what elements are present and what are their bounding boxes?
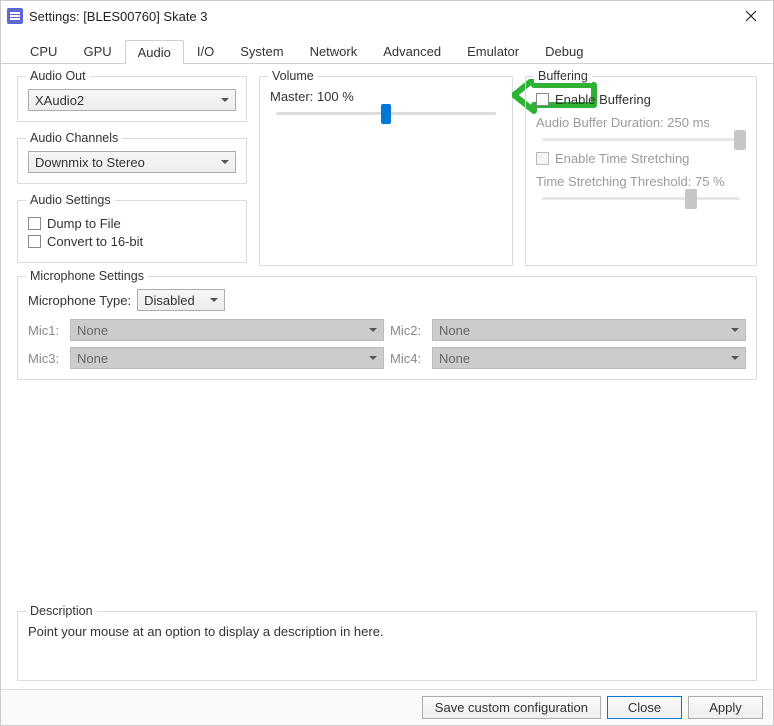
volume-group: Volume Master: 100 %	[259, 76, 513, 266]
description-legend: Description	[26, 604, 97, 618]
master-volume-label: Master: 100 %	[270, 89, 502, 104]
close-window-button[interactable]	[729, 1, 773, 31]
settings-window: Settings: [BLES00760] Skate 3 CPU GPU Au…	[0, 0, 774, 726]
mic3-label: Mic3:	[28, 351, 64, 366]
window-title: Settings: [BLES00760] Skate 3	[29, 9, 729, 24]
mic4-value: None	[439, 351, 470, 366]
audio-out-value: XAudio2	[35, 93, 84, 108]
convert-16bit-checkbox[interactable]	[28, 235, 41, 248]
audio-settings-legend: Audio Settings	[26, 193, 115, 207]
master-volume-thumb[interactable]	[381, 104, 391, 124]
microphone-type-value: Disabled	[144, 293, 195, 308]
app-icon	[7, 8, 23, 24]
mic3-select: None	[70, 347, 384, 369]
microphone-type-select[interactable]: Disabled	[137, 289, 225, 311]
titlebar: Settings: [BLES00760] Skate 3	[1, 1, 773, 31]
audio-out-select[interactable]: XAudio2	[28, 89, 236, 111]
audio-out-group: Audio Out XAudio2	[17, 76, 247, 122]
tab-debug[interactable]: Debug	[532, 39, 596, 63]
tab-advanced[interactable]: Advanced	[370, 39, 454, 63]
stretch-threshold-label: Time Stretching Threshold: 75 %	[536, 174, 746, 189]
dump-to-file-checkbox[interactable]	[28, 217, 41, 230]
stretch-threshold-thumb	[685, 189, 697, 209]
buffer-duration-label: Audio Buffer Duration: 250 ms	[536, 115, 746, 130]
mic2-value: None	[439, 323, 470, 338]
dump-to-file-row[interactable]: Dump to File	[28, 216, 236, 231]
mic4-select: None	[432, 347, 746, 369]
audio-channels-value: Downmix to Stereo	[35, 155, 145, 170]
microphone-group: Microphone Settings Microphone Type: Dis…	[17, 276, 757, 380]
buffering-group: Buffering Enable Buffering Audio Buffer …	[525, 76, 757, 266]
description-group: Description Point your mouse at an optio…	[17, 611, 757, 681]
description-text: Point your mouse at an option to display…	[28, 624, 746, 639]
microphone-legend: Microphone Settings	[26, 269, 148, 283]
buffer-duration-thumb	[734, 130, 746, 150]
tab-gpu[interactable]: GPU	[70, 39, 124, 63]
buffer-duration-slider	[536, 138, 746, 141]
dump-to-file-label: Dump to File	[47, 216, 121, 231]
tab-system[interactable]: System	[227, 39, 296, 63]
tab-io[interactable]: I/O	[184, 39, 227, 63]
audio-channels-group: Audio Channels Downmix to Stereo	[17, 138, 247, 184]
volume-legend: Volume	[268, 69, 318, 83]
mic2-select: None	[432, 319, 746, 341]
enable-buffering-label: Enable Buffering	[555, 92, 651, 107]
audio-settings-group: Audio Settings Dump to File Convert to 1…	[17, 200, 247, 263]
master-volume-slider[interactable]	[270, 112, 502, 115]
time-stretching-label: Enable Time Stretching	[555, 151, 689, 166]
microphone-type-label: Microphone Type:	[28, 293, 131, 308]
mic2-label: Mic2:	[390, 323, 426, 338]
audio-channels-legend: Audio Channels	[26, 131, 122, 145]
tab-network[interactable]: Network	[297, 39, 371, 63]
stretch-threshold-slider	[536, 197, 746, 200]
mic1-label: Mic1:	[28, 323, 64, 338]
tab-audio[interactable]: Audio	[125, 40, 184, 64]
close-icon	[745, 10, 757, 22]
close-button[interactable]: Close	[607, 696, 682, 719]
mic1-value: None	[77, 323, 108, 338]
tab-emulator[interactable]: Emulator	[454, 39, 532, 63]
audio-channels-select[interactable]: Downmix to Stereo	[28, 151, 236, 173]
time-stretching-checkbox	[536, 152, 549, 165]
convert-16bit-label: Convert to 16-bit	[47, 234, 143, 249]
content-area: Audio Out XAudio2 Audio Channels Downmix…	[1, 64, 773, 689]
audio-out-legend: Audio Out	[26, 69, 90, 83]
enable-buffering-row[interactable]: Enable Buffering	[536, 92, 746, 107]
apply-button[interactable]: Apply	[688, 696, 763, 719]
tab-bar: CPU GPU Audio I/O System Network Advance…	[1, 31, 773, 64]
enable-buffering-checkbox[interactable]	[536, 93, 549, 106]
mic4-label: Mic4:	[390, 351, 426, 366]
convert-16bit-row[interactable]: Convert to 16-bit	[28, 234, 236, 249]
mic3-value: None	[77, 351, 108, 366]
time-stretching-row: Enable Time Stretching	[536, 151, 746, 166]
buffering-legend: Buffering	[534, 69, 592, 83]
mic1-select: None	[70, 319, 384, 341]
save-config-button[interactable]: Save custom configuration	[422, 696, 601, 719]
footer: Save custom configuration Close Apply	[1, 689, 773, 725]
tab-cpu[interactable]: CPU	[17, 39, 70, 63]
